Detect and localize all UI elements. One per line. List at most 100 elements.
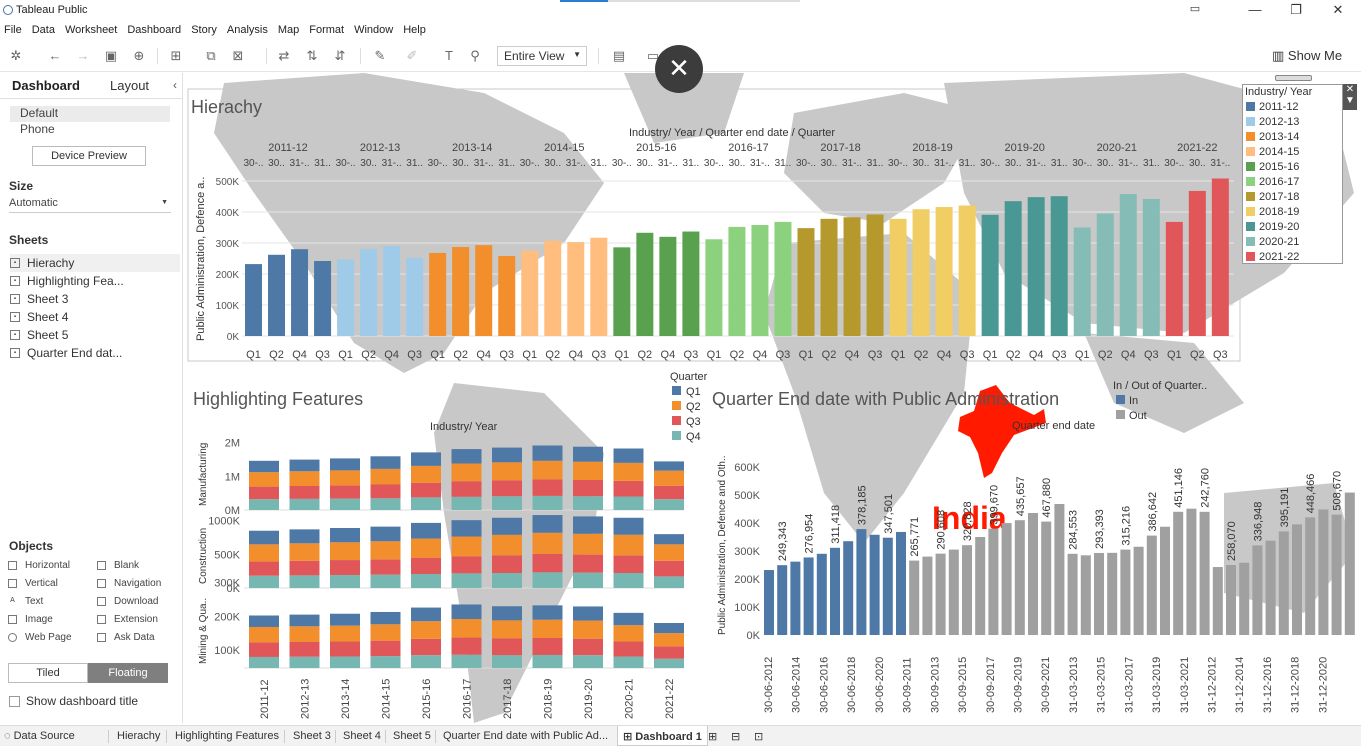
- device-phone[interactable]: Phone: [10, 122, 170, 138]
- sheet-item-hierachy[interactable]: ▪ Hierachy: [10, 254, 180, 272]
- object-text[interactable]: A Text: [8, 596, 43, 607]
- fix-axes-icon[interactable]: ⚲: [467, 48, 483, 64]
- legend-item[interactable]: 2011-12: [1243, 99, 1342, 114]
- group-members-icon[interactable]: ✐: [404, 48, 420, 64]
- category-label: 2014-15: [381, 679, 393, 719]
- legend-controls[interactable]: ✕ ▼: [1343, 84, 1357, 110]
- minimize-button[interactable]: —: [1240, 2, 1270, 17]
- close-overlay-button[interactable]: ✕: [655, 45, 703, 93]
- tab-layout[interactable]: Layout: [110, 78, 149, 93]
- redo-icon[interactable]: →: [75, 48, 91, 64]
- tab-sheet3[interactable]: Sheet 3: [293, 730, 331, 742]
- legend-label: 2021-22: [1259, 250, 1300, 263]
- legend-item[interactable]: 2017-18: [1243, 189, 1342, 204]
- undo-icon[interactable]: ←: [47, 48, 63, 64]
- menu-worksheet[interactable]: Worksheet: [61, 23, 123, 36]
- legend-item[interactable]: 2019-20: [1243, 219, 1342, 234]
- bar: [1252, 545, 1263, 635]
- show-title-checkbox[interactable]: Show dashboard title: [9, 694, 138, 708]
- bar: [682, 231, 700, 336]
- legend-item[interactable]: 2020-21: [1243, 234, 1342, 249]
- legend-item[interactable]: 2013-14: [1243, 129, 1342, 144]
- menu-analysis[interactable]: Analysis: [223, 23, 274, 36]
- menu-dashboard[interactable]: Dashboard: [123, 23, 187, 36]
- device-default[interactable]: Default: [10, 106, 170, 122]
- text-icon: A: [10, 597, 15, 604]
- window-layout-icon[interactable]: ▭: [1180, 2, 1210, 15]
- new-data-source-icon[interactable]: ⊕: [131, 48, 147, 64]
- tableau-start-icon[interactable]: ✲: [8, 48, 24, 64]
- object-ask-data[interactable]: Ask Data: [97, 632, 155, 643]
- tab-hierachy[interactable]: Hierachy: [117, 730, 160, 742]
- menu-window[interactable]: Window: [350, 23, 399, 36]
- tab-quarter-end[interactable]: Quarter End date with Public Ad...: [443, 730, 608, 742]
- sheet-item-highlighting[interactable]: ▪ Highlighting Fea...: [10, 272, 180, 290]
- menu-story[interactable]: Story: [187, 23, 223, 36]
- new-worksheet-tab-icon[interactable]: ⊞: [708, 730, 717, 743]
- device-preview-button[interactable]: Device Preview: [32, 146, 146, 166]
- x-tick-label: 30-09-2011: [902, 658, 914, 713]
- close-window-button[interactable]: ✕: [1323, 2, 1353, 18]
- legend-item[interactable]: 2016-17: [1243, 174, 1342, 189]
- tab-sheet5[interactable]: Sheet 5: [393, 730, 431, 742]
- globe-icon: [8, 633, 17, 642]
- object-horizontal[interactable]: Horizontal: [8, 560, 70, 571]
- sheet-item-sheet5[interactable]: ▪ Sheet 5: [10, 326, 180, 344]
- quarter-label: Q4: [753, 349, 768, 361]
- data-label: 336,948: [1252, 502, 1264, 542]
- sheet-item-sheet3[interactable]: ▪ Sheet 3: [10, 290, 180, 308]
- swap-rows-columns-icon[interactable]: ⇄: [276, 48, 292, 64]
- highlight-icon[interactable]: ✎: [372, 48, 388, 64]
- menu-format[interactable]: Format: [305, 23, 350, 36]
- object-image[interactable]: Image: [8, 614, 53, 625]
- sheet-item-sheet4[interactable]: ▪ Sheet 4: [10, 308, 180, 326]
- clear-sheet-icon[interactable]: ⊠: [230, 48, 246, 64]
- collapse-sidebar-icon[interactable]: ‹: [173, 78, 177, 92]
- legend-item[interactable]: 2018-19: [1243, 204, 1342, 219]
- sort-descending-icon[interactable]: ⇵: [332, 48, 348, 64]
- object-vertical[interactable]: Vertical: [8, 578, 58, 589]
- stack-segment: [330, 560, 360, 576]
- legend-item[interactable]: 2012-13: [1243, 114, 1342, 129]
- tab-dashboard[interactable]: Dashboard: [12, 78, 80, 93]
- quarter-label: Q1: [686, 386, 701, 398]
- stack-segment: [654, 658, 684, 668]
- new-worksheet-icon[interactable]: ⊞: [168, 48, 184, 64]
- date-header: 31-..: [1118, 158, 1138, 169]
- sort-ascending-icon[interactable]: ⇅: [304, 48, 320, 64]
- new-story-tab-icon[interactable]: ⊡: [754, 730, 763, 743]
- tab-sheet4[interactable]: Sheet 4: [343, 730, 381, 742]
- tab-dashboard1[interactable]: ⊞ Dashboard 1: [617, 726, 708, 746]
- menu-help[interactable]: Help: [399, 23, 432, 36]
- show-me-button[interactable]: ▥ Show Me: [1272, 48, 1342, 64]
- tab-highlighting-features[interactable]: Highlighting Features: [175, 730, 279, 742]
- object-navigation[interactable]: Navigation: [97, 578, 161, 589]
- restore-button[interactable]: ❐: [1281, 2, 1311, 18]
- menu-data[interactable]: Data: [28, 23, 61, 36]
- legend-item[interactable]: 2015-16: [1243, 159, 1342, 174]
- object-blank[interactable]: Blank: [97, 560, 139, 571]
- sheet-item-quarter-end[interactable]: ▪ Quarter End dat...: [10, 344, 180, 362]
- quarter-label: Q4: [845, 349, 860, 361]
- chevron-down-icon[interactable]: ▼: [1343, 95, 1357, 106]
- floating-button[interactable]: Floating: [88, 663, 168, 683]
- close-icon[interactable]: ✕: [1343, 84, 1357, 95]
- object-web-page[interactable]: Web Page: [8, 632, 72, 643]
- legend-item[interactable]: 2021-22: [1243, 249, 1342, 264]
- save-icon[interactable]: ▣: [103, 48, 119, 64]
- highlighting-header: Industry/ Year: [430, 421, 498, 433]
- show-mark-labels-icon[interactable]: T: [441, 48, 457, 64]
- object-extension[interactable]: Extension: [97, 614, 158, 625]
- fit-view-select[interactable]: Entire View ▼: [497, 46, 587, 66]
- legend-item[interactable]: 2014-15: [1243, 144, 1342, 159]
- size-select[interactable]: Automatic ▼: [9, 197, 171, 213]
- tiled-button[interactable]: Tiled: [8, 663, 88, 683]
- duplicate-sheet-icon[interactable]: ⧉: [203, 48, 219, 64]
- menu-file[interactable]: File: [0, 23, 28, 36]
- object-download[interactable]: Download: [97, 596, 158, 607]
- new-dashboard-tab-icon[interactable]: ⊟: [731, 730, 740, 743]
- legend-drag-handle[interactable]: [1275, 75, 1312, 81]
- tab-data-source[interactable]: ◌ Data Source: [4, 730, 75, 742]
- presentation-mode-icon[interactable]: ▤: [611, 48, 627, 64]
- menu-map[interactable]: Map: [274, 23, 305, 36]
